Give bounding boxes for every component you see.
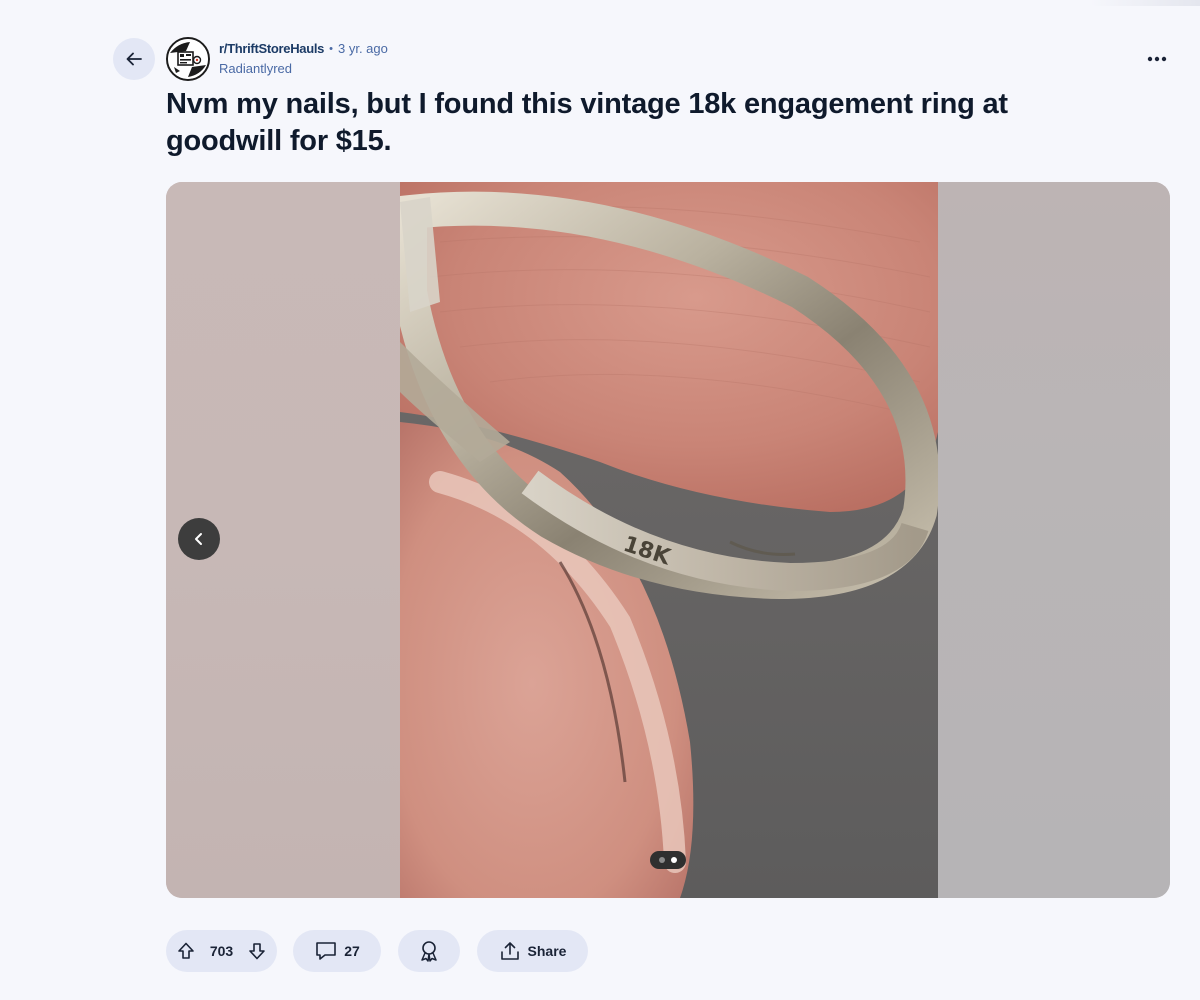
window-edge-shadow — [1090, 0, 1200, 6]
arrow-left-icon — [126, 52, 142, 66]
more-horizontal-icon — [1147, 56, 1167, 62]
downvote-arrow-icon — [249, 943, 265, 960]
meta-separator: • — [329, 42, 333, 55]
post-meta: r/ThriftStoreHauls • 3 yr. ago Radiantly… — [219, 41, 388, 76]
media-blur-backdrop-right — [938, 182, 1170, 898]
post-detail-page: r/ThriftStoreHauls • 3 yr. ago Radiantly… — [0, 0, 1200, 1000]
more-options-button[interactable] — [1136, 44, 1178, 74]
ring-photo: 18K — [400, 182, 938, 898]
post-age: 3 yr. ago — [337, 41, 388, 56]
share-button[interactable]: Share — [477, 930, 588, 972]
back-button[interactable] — [113, 38, 155, 80]
award-button[interactable] — [398, 930, 460, 972]
vote-count: 703 — [209, 943, 234, 959]
subreddit-logo — [168, 39, 208, 79]
subreddit-link[interactable]: r/ThriftStoreHauls — [219, 41, 324, 56]
downvote-button[interactable] — [247, 941, 267, 961]
carousel-indicator — [650, 851, 686, 869]
post-title: Nvm my nails, but I found this vintage 1… — [166, 88, 1008, 157]
upvote-arrow-icon — [178, 942, 194, 959]
carousel-dot-active — [671, 857, 677, 863]
share-label: Share — [527, 943, 567, 959]
vote-group: 703 — [166, 930, 277, 972]
award-icon — [421, 941, 437, 962]
comments-button[interactable]: 27 — [293, 930, 381, 972]
carousel-dot — [659, 857, 665, 863]
carousel-previous-button[interactable] — [178, 518, 220, 560]
chevron-left-icon — [195, 533, 202, 545]
author-link[interactable]: Radiantlyred — [219, 61, 388, 76]
media-gallery[interactable]: 18K — [166, 182, 1170, 898]
comment-bubble-icon — [316, 942, 337, 960]
share-upload-icon — [500, 942, 519, 960]
subreddit-avatar[interactable] — [166, 37, 210, 81]
upvote-button[interactable] — [176, 941, 196, 961]
comment-count: 27 — [344, 943, 360, 959]
